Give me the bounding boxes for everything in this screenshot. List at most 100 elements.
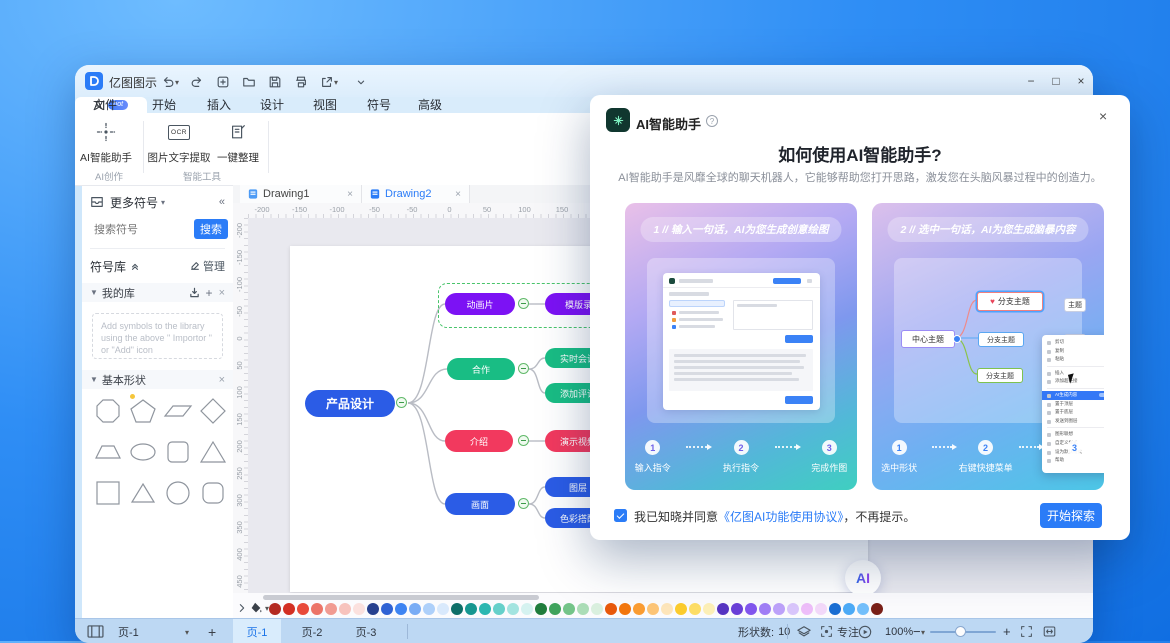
- collapse-node-icon[interactable]: [518, 498, 529, 509]
- fullscreen-icon[interactable]: [1020, 619, 1033, 643]
- page-tab-1[interactable]: 页-1: [233, 619, 281, 643]
- drawing-tab-1[interactable]: Drawing1 ×: [240, 185, 362, 203]
- page-selector[interactable]: 页-1: [118, 619, 139, 643]
- palette-color[interactable]: [801, 603, 813, 615]
- focus-mode-button[interactable]: 专注: [820, 619, 859, 643]
- undo-icon[interactable]: [160, 74, 175, 89]
- symbol-search-input[interactable]: [92, 219, 192, 241]
- mindmap-branch-node[interactable]: 合作: [447, 358, 515, 380]
- palette-color[interactable]: [437, 603, 449, 615]
- palette-color[interactable]: [549, 603, 561, 615]
- close-tab-icon[interactable]: ×: [455, 189, 461, 200]
- tab-insert[interactable]: 插入: [207, 97, 231, 113]
- palette-color[interactable]: [381, 603, 393, 615]
- palette-color[interactable]: [563, 603, 575, 615]
- dialog-close-icon[interactable]: ×: [1099, 108, 1107, 124]
- shape-diamond[interactable]: [198, 396, 228, 431]
- maximize-button[interactable]: □: [1045, 71, 1067, 91]
- shape-ellipse[interactable]: [128, 437, 158, 472]
- start-explore-button[interactable]: 开始探索: [1040, 503, 1102, 528]
- import-icon[interactable]: [189, 287, 200, 298]
- mindmap-branch-node[interactable]: 画面: [445, 493, 515, 515]
- add-page-button[interactable]: +: [208, 619, 216, 643]
- shape-square[interactable]: [93, 478, 123, 513]
- zoom-in-button[interactable]: +: [1003, 619, 1011, 643]
- palette-color[interactable]: [367, 603, 379, 615]
- close-tab-icon[interactable]: ×: [347, 189, 353, 200]
- symbol-search-button[interactable]: 搜索: [194, 219, 228, 239]
- one-click-tidy-button[interactable]: 一键整理: [203, 119, 273, 165]
- tab-home[interactable]: 开始: [152, 97, 176, 113]
- palette-color[interactable]: [745, 603, 757, 615]
- palette-color[interactable]: [759, 603, 771, 615]
- undo-caret-icon[interactable]: ▾: [175, 78, 179, 87]
- palette-color[interactable]: [717, 603, 729, 615]
- shape-rounded-square[interactable]: [198, 478, 228, 513]
- palette-color[interactable]: [787, 603, 799, 615]
- collapse-node-icon[interactable]: [518, 363, 529, 374]
- palette-color[interactable]: [843, 603, 855, 615]
- collapse-node-icon[interactable]: [396, 397, 407, 408]
- agreement-link[interactable]: 《亿图AI功能使用协议》: [718, 510, 843, 524]
- palette-color[interactable]: [423, 603, 435, 615]
- help-icon[interactable]: ?: [706, 115, 718, 127]
- tab-view[interactable]: 视图: [313, 97, 337, 113]
- basic-shapes-section[interactable]: ▼ 基本形状 ×: [82, 370, 233, 389]
- horizontal-scrollbar[interactable]: [263, 595, 539, 600]
- save-icon[interactable]: [267, 74, 282, 89]
- palette-color[interactable]: [633, 603, 645, 615]
- palette-color[interactable]: [815, 603, 827, 615]
- palette-color[interactable]: [647, 603, 659, 615]
- tab-file[interactable]: 文件: [93, 97, 117, 113]
- zoom-caret-icon[interactable]: ▾: [921, 628, 925, 637]
- presentation-play-icon[interactable]: [858, 619, 872, 643]
- manage-library-link[interactable]: 管理: [190, 258, 225, 274]
- zoom-slider-knob[interactable]: [955, 626, 966, 637]
- shape-triangle[interactable]: [128, 478, 158, 513]
- shape-circle[interactable]: [163, 478, 193, 513]
- shape-pentagon[interactable]: [128, 396, 158, 431]
- share-icon[interactable]: [319, 74, 334, 89]
- mindmap-branch-node[interactable]: 介绍: [445, 430, 513, 452]
- palette-color[interactable]: [703, 603, 715, 615]
- palette-color[interactable]: [325, 603, 337, 615]
- agreement-checkbox[interactable]: [614, 509, 627, 522]
- open-folder-icon[interactable]: [241, 74, 256, 89]
- palette-color[interactable]: [339, 603, 351, 615]
- palette-color[interactable]: [871, 603, 883, 615]
- print-icon[interactable]: [293, 74, 308, 89]
- shape-rounded-square[interactable]: [163, 437, 193, 472]
- tab-advanced[interactable]: 高级: [418, 97, 442, 113]
- palette-color[interactable]: [535, 603, 547, 615]
- shape-triangle[interactable]: [198, 437, 228, 472]
- add-icon[interactable]: +: [206, 286, 213, 300]
- palette-color[interactable]: [353, 603, 365, 615]
- palette-color[interactable]: [451, 603, 463, 615]
- palette-color[interactable]: [591, 603, 603, 615]
- close-button[interactable]: ×: [1070, 71, 1092, 91]
- page-tab-2[interactable]: 页-2: [289, 619, 335, 643]
- collapse-all-icon[interactable]: [130, 261, 140, 271]
- palette-color[interactable]: [493, 603, 505, 615]
- palette-color[interactable]: [465, 603, 477, 615]
- palette-color[interactable]: [521, 603, 533, 615]
- tab-design[interactable]: 设计: [260, 97, 284, 113]
- shape-parallelogram[interactable]: [163, 396, 193, 431]
- fill-bucket-icon[interactable]: ▾: [249, 601, 269, 615]
- mindmap-root-node[interactable]: 产品设计: [305, 390, 395, 417]
- palette-color[interactable]: [661, 603, 673, 615]
- palette-color[interactable]: [829, 603, 841, 615]
- collapse-ribbon-icon[interactable]: [353, 74, 368, 89]
- redo-icon[interactable]: [189, 74, 204, 89]
- more-symbols-header[interactable]: 更多符号 ▾ «: [82, 192, 233, 212]
- palette-color[interactable]: [857, 603, 869, 615]
- collapse-node-icon[interactable]: [518, 298, 529, 309]
- palette-color[interactable]: [479, 603, 491, 615]
- palette-color[interactable]: [395, 603, 407, 615]
- mindmap-branch-node[interactable]: 动画片: [445, 293, 515, 315]
- zoom-level[interactable]: 100%: [885, 619, 913, 643]
- shape-octagon[interactable]: [93, 396, 123, 431]
- my-library-section[interactable]: ▼ 我的库 + ×: [82, 283, 233, 302]
- page-layout-icon[interactable]: [87, 619, 104, 643]
- page-tab-3[interactable]: 页-3: [343, 619, 389, 643]
